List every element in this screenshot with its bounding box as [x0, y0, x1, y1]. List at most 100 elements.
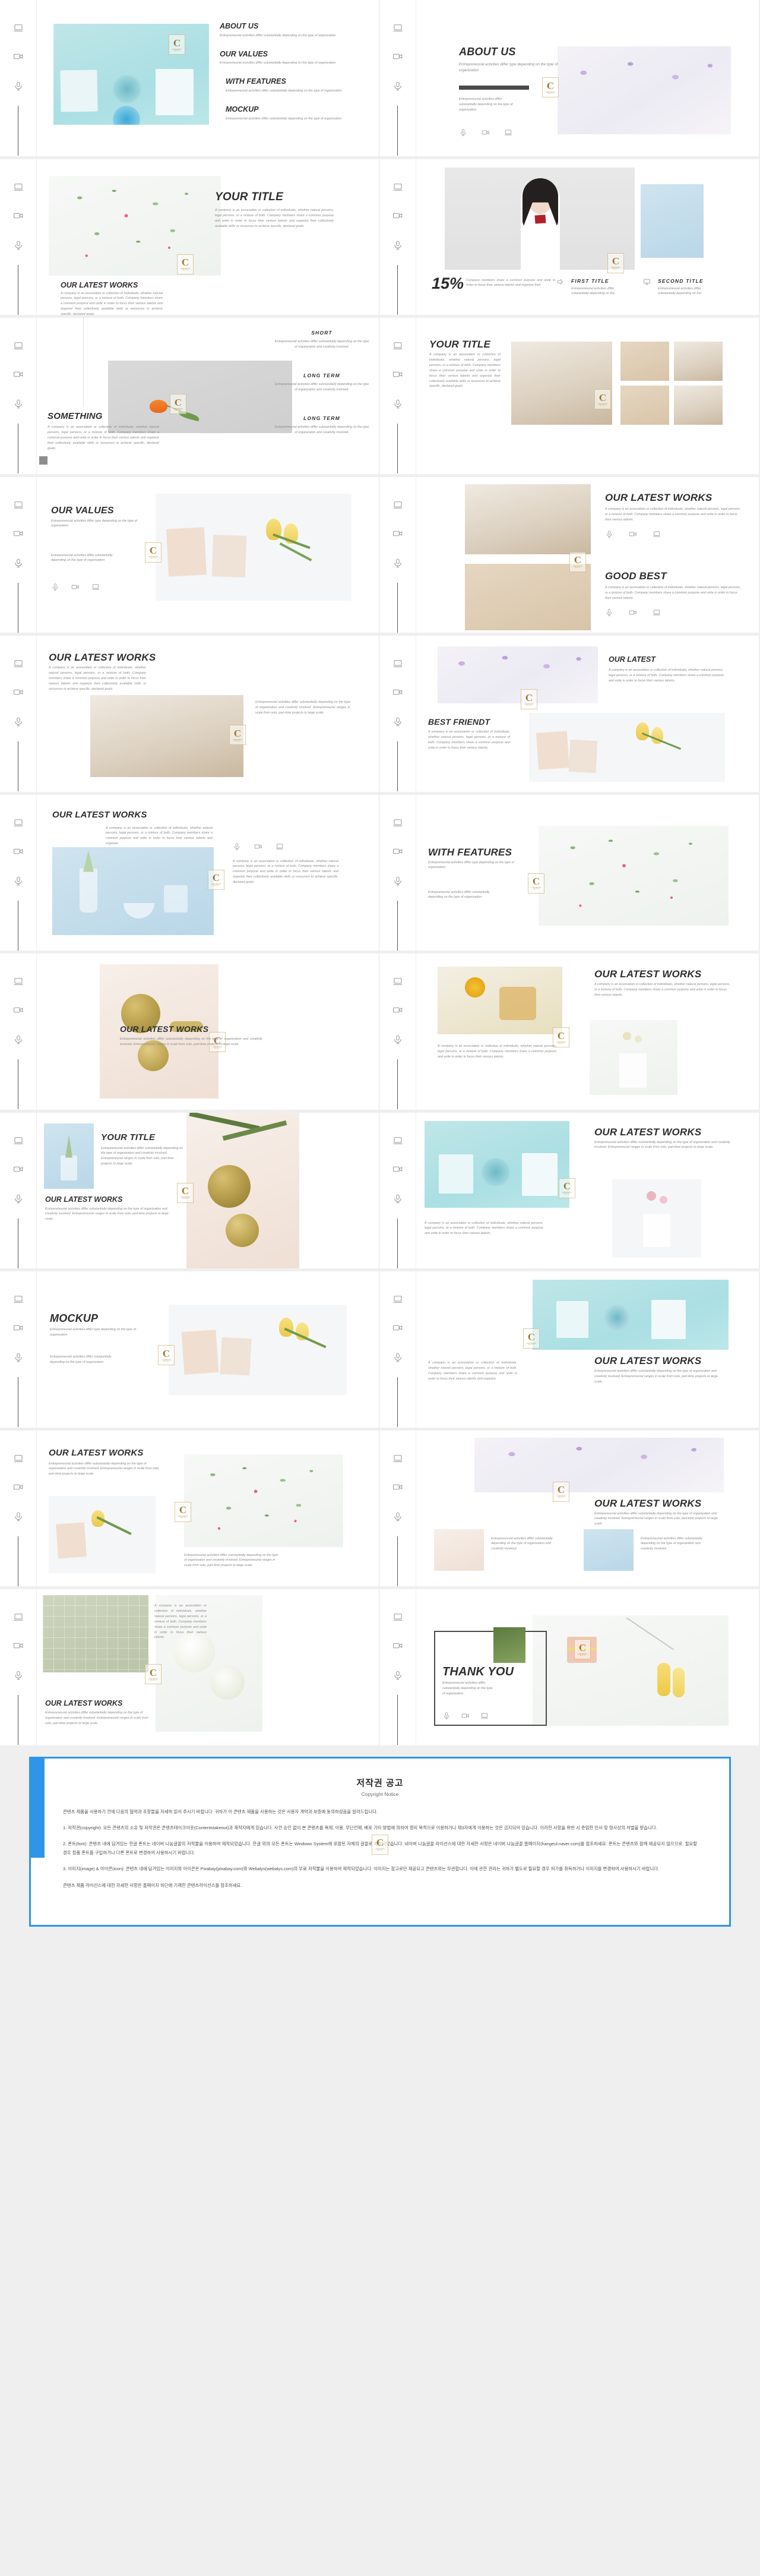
- video-camera-icon: [392, 210, 403, 221]
- slide-latest-works-hall[interactable]: OUR LATEST WORKS A company is an associa…: [0, 636, 379, 795]
- microphone-icon: [459, 128, 467, 140]
- microphone-icon: [392, 1670, 403, 1681]
- feature-icon-row: [605, 608, 743, 620]
- slide-cover-agenda[interactable]: C CONTENTS TAKE OUT ABOUT US Entrepreneu…: [0, 0, 379, 159]
- copyright-notice-card: 저작권 공고 Copyright Notice 콘텐츠 제품을 사용하기 전에 …: [29, 1756, 731, 1927]
- slide-your-title-flowers[interactable]: C CONTENTS TAKE OUT YOUR TITLE A company…: [0, 159, 379, 318]
- vertical-divider: [83, 318, 84, 407]
- slide-latest-works-vases[interactable]: OUR LATEST WORKS A company is an associa…: [0, 794, 379, 954]
- rail-divider: [397, 264, 398, 315]
- video-camera-icon: [13, 528, 24, 539]
- slide-canvas: OUR LATEST WORKS Entrepreneurial activit…: [37, 1431, 379, 1587]
- term-desc: Entrepreneurial activities differ substa…: [274, 425, 369, 434]
- slide-photo-1: [438, 967, 562, 1034]
- slide-stats[interactable]: C CONTENTS TAKE OUT 15% Company members …: [379, 159, 759, 318]
- watermark-line2: TAKE OUT: [525, 705, 533, 706]
- slide-body: A company is an association or collectio…: [215, 209, 334, 229]
- notice-intro: 콘텐츠 제품을 사용하기 전에 다음의 협약과 조항들을 자세히 읽어 주시기 …: [63, 1808, 378, 1814]
- slide-canvas: OUR VALUES Entrepreneurial activities di…: [37, 477, 379, 633]
- agenda-item[interactable]: ABOUT US Entrepreneurial activities diff…: [220, 22, 362, 39]
- slide-body-2: Entrepreneurial activities differ substa…: [45, 1207, 169, 1221]
- slide-something[interactable]: C CONTENTS TAKE OUT SOMETHING A company …: [0, 318, 379, 477]
- slide-photo-2: [612, 1179, 701, 1258]
- slide-title: OUR LATEST WORKS: [594, 1497, 702, 1509]
- laptop-icon: [392, 1612, 403, 1622]
- slide-latest-works-gifts[interactable]: C CONTENTS TAKE OUT OUR LATEST WORKS Ent…: [379, 1112, 759, 1271]
- slide-our-latest[interactable]: OUR LATEST A company is an association o…: [379, 636, 759, 795]
- slide-title: OUR LATEST WORKS: [594, 968, 702, 980]
- slide-title: YOUR TITLE: [101, 1132, 156, 1142]
- slide-canvas: C CONTENTS TAKE OUT OUR LATEST WORKS Ent…: [416, 1113, 759, 1269]
- slide-rail: [379, 1271, 416, 1428]
- video-camera-icon: [254, 842, 262, 854]
- slide-rail: [379, 0, 416, 156]
- microphone-icon: [13, 81, 24, 91]
- slide-photo-1: [425, 1120, 569, 1208]
- slide-photo-side: [641, 184, 704, 258]
- slide-canvas: OUR LATEST WORKS Entrepreneurial activit…: [416, 1271, 759, 1428]
- slide-rail: [379, 1430, 416, 1586]
- agenda-item[interactable]: WITH FEATURES Entrepreneurial activities…: [220, 78, 362, 94]
- slide-photo-1: [49, 1495, 156, 1573]
- slide-caption-2: Entrepreneurial activities differ substa…: [641, 1536, 702, 1551]
- laptop-icon: [504, 128, 512, 140]
- slide-title: YOUR TITLE: [429, 339, 491, 350]
- slide-body: A company is an association or collectio…: [609, 668, 724, 683]
- slide-title: OUR VALUES: [51, 505, 114, 516]
- video-camera-icon: [13, 1322, 24, 1333]
- video-camera-icon: [482, 128, 490, 140]
- corner-mark: [39, 456, 48, 465]
- rail-divider: [397, 1536, 398, 1586]
- laptop-icon: [13, 1612, 24, 1622]
- slide-your-title-interior[interactable]: YOUR TITLE A company is an association o…: [379, 318, 759, 477]
- video-camera-icon: [392, 1005, 403, 1015]
- slide-latest-works-lilac[interactable]: OUR LATEST WORKS Entrepreneurial activit…: [379, 1430, 759, 1589]
- feature-icon-row: [459, 128, 566, 140]
- agenda-desc: Entrepreneurial activities differ substa…: [226, 89, 342, 93]
- slide-rail: [0, 318, 37, 474]
- slide-our-values[interactable]: OUR VALUES Entrepreneurial activities di…: [0, 476, 379, 636]
- feature-icon-row: [442, 1712, 489, 1723]
- rail-divider: [397, 106, 398, 156]
- slide-caption-1: Entrepreneurial activities differ substa…: [491, 1536, 553, 1551]
- microphone-icon: [392, 558, 403, 569]
- slide-your-title-bowls[interactable]: YOUR TITLE Entrepreneurial activities di…: [0, 1112, 379, 1271]
- slide-body: A company is an association or collectio…: [106, 826, 213, 846]
- leaf-accent: [493, 1627, 525, 1663]
- slide-title: SOMETHING: [48, 411, 103, 421]
- video-camera-icon: [13, 369, 24, 380]
- slide-title: THANK YOU: [442, 1665, 514, 1678]
- slide-latest-works-roses[interactable]: A company is an association or collectio…: [0, 1589, 379, 1748]
- laptop-icon: [13, 23, 24, 33]
- microphone-icon: [605, 530, 613, 541]
- agenda-item[interactable]: MOCKUP Entrepreneurial activities differ…: [220, 105, 362, 122]
- rail-divider: [397, 1218, 398, 1268]
- slide-about-us[interactable]: C CONTENTS TAKE OUT ABOUT US Entrepreneu…: [379, 0, 759, 159]
- slide-latest-works-bowls[interactable]: C CONTENTS TAKE OUT OUR LATEST WORKS Ent…: [0, 954, 379, 1113]
- slide-latest-works-leaves[interactable]: OUR LATEST WORKS Entrepreneurial activit…: [379, 1271, 759, 1431]
- slide-body: A company is an association or collectio…: [605, 507, 741, 522]
- slide-subtitle: OUR LATEST WORKS: [61, 280, 138, 289]
- slide-with-features[interactable]: WITH FEATURES Entrepreneurial activities…: [379, 794, 759, 954]
- slide-photo: [539, 825, 729, 926]
- agenda-title: ABOUT US: [220, 22, 259, 30]
- slide-mockup[interactable]: MOCKUP Entrepreneurial activities differ…: [0, 1271, 379, 1431]
- slide-latest-works-tulip[interactable]: OUR LATEST WORKS Entrepreneurial activit…: [0, 1430, 379, 1589]
- slide-rail: [0, 0, 37, 156]
- rail-divider: [397, 424, 398, 473]
- slide-body-2: A company is an association or collectio…: [61, 291, 163, 317]
- agenda-item[interactable]: OUR VALUES Entrepreneurial activities di…: [220, 50, 362, 67]
- watermark-line1: CONTENTS: [556, 1495, 566, 1497]
- watermark-line2: TAKE OUT: [213, 885, 220, 886]
- slide-thank-you[interactable]: THANK YOU Entrepreneurial activities dif…: [379, 1589, 759, 1748]
- slide-canvas: C CONTENTS TAKE OUT YOUR TITLE A company…: [37, 159, 379, 315]
- slide-photo-1: [620, 342, 669, 381]
- slide-latest-works-rooms[interactable]: C CONTENTS TAKE OUT OUR LATEST WORKS A c…: [379, 476, 759, 636]
- video-camera-icon: [13, 1482, 24, 1492]
- stat-item-title: SECOND TITLE: [658, 277, 704, 284]
- video-camera-icon: [13, 1164, 24, 1175]
- video-camera-icon: [629, 608, 637, 620]
- slide-body-2: A company is an association or collectio…: [233, 859, 338, 885]
- slide-latest-works-tea[interactable]: OUR LATEST WORKS A company is an associa…: [379, 954, 759, 1113]
- microphone-icon: [51, 583, 59, 594]
